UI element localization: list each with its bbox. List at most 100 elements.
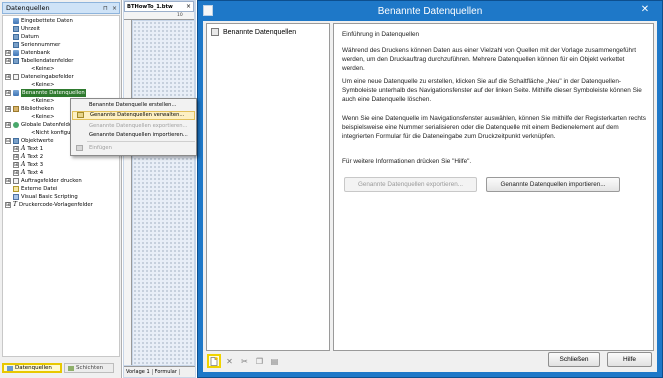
tree-item[interactable]: ⊞ Auftragsfelder drucken bbox=[5, 177, 82, 185]
menu-item-label: Genannte Datenquellen exportieren... bbox=[89, 123, 188, 129]
database-icon bbox=[7, 365, 13, 371]
dialog-titlebar[interactable]: Benannte Datenquellen ✕ bbox=[198, 1, 662, 21]
file-icon bbox=[13, 186, 19, 192]
nav-item-named-datasources[interactable]: Benannte Datenquellen bbox=[211, 28, 296, 36]
tree-item-label: Seriennummer bbox=[21, 42, 61, 48]
delete-icon: ✕ bbox=[226, 356, 233, 366]
menu-item-import[interactable]: Genannte Datenquellen importieren... bbox=[72, 131, 195, 140]
tree-item[interactable]: ⊞ T Druckercode-Vorlagenfelder bbox=[5, 201, 93, 209]
text-icon: A bbox=[21, 169, 26, 176]
navigation-pane: Benannte Datenquellen bbox=[206, 23, 330, 351]
menu-item-export[interactable]: Genannte Datenquellen exportieren... bbox=[72, 122, 195, 131]
paste-button[interactable]: ▤ bbox=[268, 355, 281, 368]
tab-schichten[interactable]: Schichten bbox=[64, 363, 114, 373]
named-datasources-dialog: Benannte Datenquellen ✕ Benannte Datenqu… bbox=[197, 0, 663, 378]
tree-item[interactable]: ⊞ Globale Datenfelder bbox=[5, 121, 74, 129]
select-paragraph: Wenn Sie eine Datenquelle im Navigations… bbox=[342, 115, 646, 141]
tree-item-label: <Keine> bbox=[31, 98, 55, 104]
tree-item[interactable]: <Keine> bbox=[31, 65, 54, 73]
tree-item-selected[interactable]: ⊞ Benannte Datenquellen bbox=[5, 89, 86, 97]
tree-item-label: Tabellendatenfelder bbox=[21, 58, 74, 64]
tree-item[interactable]: Eingebettete Daten bbox=[13, 17, 73, 25]
tree-item-label: Text 1 bbox=[27, 146, 44, 152]
tree-item[interactable]: ⊞ A Text 3 bbox=[13, 161, 43, 169]
tree-item-label: Eingebettete Daten bbox=[21, 18, 73, 24]
tab-vorlage[interactable]: Vorlage 1 bbox=[124, 369, 153, 375]
export-button[interactable]: Genannte Datenquellen exportieren... bbox=[344, 177, 477, 192]
expand-icon[interactable]: ⊞ bbox=[13, 146, 19, 152]
tree-item[interactable]: Uhrzeit bbox=[13, 25, 40, 33]
tab-datenquellen-label: Datenquellen bbox=[15, 365, 52, 371]
tree-item-label: Benannte Datenquellen bbox=[21, 89, 86, 97]
menu-item-create[interactable]: Benannte Datenquelle erstellen... bbox=[72, 101, 195, 110]
delete-button[interactable]: ✕ bbox=[223, 355, 236, 368]
tree-item[interactable]: ⊞ A Text 2 bbox=[13, 153, 43, 161]
tree-item[interactable]: Datum bbox=[13, 33, 39, 41]
document-tab[interactable]: BTHowTo_1.btw × bbox=[124, 1, 194, 12]
field-icon bbox=[13, 34, 19, 40]
help-button[interactable]: Hilfe bbox=[607, 352, 652, 367]
expand-icon[interactable]: ⊞ bbox=[5, 74, 11, 80]
object-icon bbox=[13, 138, 19, 144]
pin-icon[interactable]: ⊓ bbox=[101, 5, 110, 12]
design-canvas[interactable] bbox=[133, 21, 194, 365]
tree-item[interactable]: Visual Basic Scripting bbox=[13, 193, 78, 201]
import-button[interactable]: Genannte Datenquellen importieren... bbox=[486, 177, 620, 192]
cut-button[interactable]: ✂ bbox=[238, 355, 251, 368]
expand-icon[interactable]: ⊞ bbox=[5, 106, 11, 112]
field-icon bbox=[13, 42, 19, 48]
print-icon bbox=[13, 178, 19, 184]
panel-header: Datenquellen ⊓ × bbox=[2, 2, 120, 14]
copy-button[interactable]: ❐ bbox=[253, 355, 266, 368]
close-icon[interactable]: × bbox=[186, 3, 193, 10]
tree-item-label: Dateneingabefelder bbox=[21, 74, 74, 80]
globe-icon bbox=[13, 122, 19, 128]
tree-item-label: Text 2 bbox=[27, 154, 44, 160]
tree-item-label: Visual Basic Scripting bbox=[21, 194, 78, 200]
database-icon bbox=[13, 18, 19, 24]
close-icon[interactable]: ✕ bbox=[634, 2, 656, 18]
menu-item-label: Einfügen bbox=[89, 145, 112, 151]
tree-item[interactable]: ⊞ A Text 4 bbox=[13, 169, 43, 177]
tree-item[interactable]: ⊞ Tabellendatenfelder bbox=[5, 57, 73, 65]
expand-icon[interactable]: ⊞ bbox=[5, 178, 11, 184]
expand-icon[interactable]: ⊞ bbox=[5, 90, 11, 96]
tree-item[interactable]: ⊟ Objektwerte bbox=[5, 137, 54, 145]
tree-item-label: Datum bbox=[21, 34, 39, 40]
text-icon: A bbox=[21, 145, 26, 152]
text-icon: A bbox=[21, 161, 26, 168]
new-button[interactable] bbox=[207, 354, 221, 368]
tree-item[interactable]: ⊞ Dateneingabefelder bbox=[5, 73, 74, 81]
expand-icon[interactable]: ⊞ bbox=[13, 170, 19, 176]
tree-item-label: <Keine> bbox=[31, 66, 55, 72]
tree-item[interactable]: Externe Datei bbox=[13, 185, 57, 193]
expand-icon[interactable]: ⊞ bbox=[5, 58, 11, 64]
menu-item-paste[interactable]: Einfügen bbox=[72, 144, 195, 153]
expand-icon[interactable]: ⊞ bbox=[5, 50, 11, 56]
tree-item[interactable]: <Keine> bbox=[31, 97, 54, 105]
tree-item-label: Bibliotheken bbox=[21, 106, 54, 112]
tree-item[interactable]: ⊞ A Text 1 bbox=[13, 145, 43, 153]
tab-datenquellen[interactable]: Datenquellen bbox=[2, 363, 62, 373]
context-menu: Benannte Datenquelle erstellen... Genann… bbox=[70, 98, 197, 156]
close-button[interactable]: Schließen bbox=[548, 352, 600, 367]
panel-footer-tabs: Datenquellen Schichten bbox=[2, 359, 120, 377]
menu-item-manage[interactable]: Genannte Datenquellen verwalten... bbox=[72, 111, 195, 120]
datasource-icon bbox=[211, 28, 219, 36]
ruler-number: 10 bbox=[177, 13, 183, 18]
nav-item-label: Benannte Datenquellen bbox=[223, 28, 297, 36]
tab-formular[interactable]: Formular bbox=[153, 369, 180, 375]
close-icon[interactable]: × bbox=[110, 5, 119, 12]
expand-icon[interactable]: ⊞ bbox=[5, 122, 11, 128]
expand-icon[interactable]: ⊞ bbox=[5, 202, 11, 208]
menu-item-label: Benannte Datenquelle erstellen... bbox=[89, 102, 177, 108]
tree-item[interactable]: <Keine> bbox=[31, 113, 54, 121]
collapse-icon[interactable]: ⊟ bbox=[5, 138, 11, 144]
tree-item[interactable]: ⊞ Datenbank bbox=[5, 49, 50, 57]
expand-icon[interactable]: ⊞ bbox=[13, 162, 19, 168]
tree-item[interactable]: Seriennummer bbox=[13, 41, 60, 49]
tree-item[interactable]: ⊞ Bibliotheken bbox=[5, 105, 54, 113]
expand-icon[interactable]: ⊞ bbox=[13, 154, 19, 160]
vertical-ruler bbox=[124, 20, 132, 365]
tree-item[interactable]: <Keine> bbox=[31, 81, 54, 89]
